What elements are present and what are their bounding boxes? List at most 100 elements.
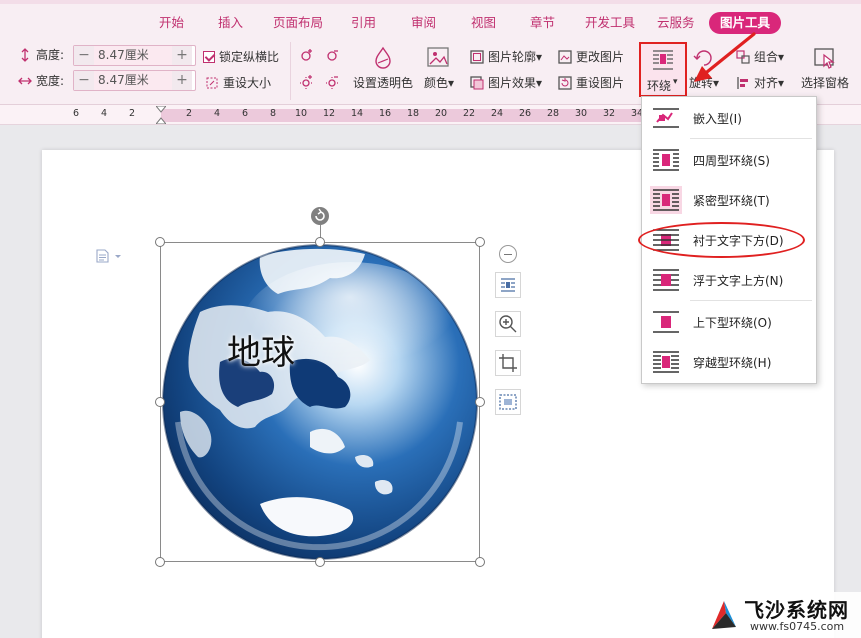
tab-developer[interactable]: 开发工具 — [585, 12, 635, 34]
resize-handle-right[interactable] — [475, 397, 485, 407]
divider — [290, 42, 291, 100]
reset-size-label: 重设大小 — [223, 76, 272, 90]
wrap-option-label: 浮于文字上方(N) — [693, 273, 784, 288]
reset-picture-button[interactable]: 重设图片 — [558, 74, 624, 91]
lock-ratio-check-icon — [203, 50, 215, 63]
align-dropdown-arrow: ▾ — [778, 75, 785, 90]
contrast-up-icon[interactable] — [299, 74, 315, 90]
wrap-option-in-front-of-text[interactable]: 浮于文字上方(N) — [642, 263, 816, 297]
resize-handle-left[interactable] — [155, 397, 165, 407]
wrap-option-top-bottom[interactable]: 上下型环绕(O) — [642, 305, 816, 339]
picture-outline-button[interactable]: 图片轮廓 ▾ — [470, 48, 542, 65]
tab-sections[interactable]: 章节 — [530, 12, 555, 34]
paragraph-layout-icon[interactable] — [96, 249, 122, 263]
tight-wrap-icon — [650, 186, 682, 214]
picture-outline-dropdown-arrow: ▾ — [536, 49, 543, 64]
reset-size-button[interactable]: 重设大小 — [205, 74, 271, 91]
picture-frame-button[interactable] — [495, 389, 521, 415]
resize-handle-bottom[interactable] — [315, 557, 325, 567]
color-label: 颜色 — [424, 76, 449, 90]
width-increase-button[interactable]: + — [172, 71, 192, 90]
wrap-layout-icon — [501, 278, 515, 292]
height-icon — [21, 47, 29, 62]
height-decrease-button[interactable]: − — [74, 46, 94, 65]
zoom-preview-button[interactable] — [495, 311, 521, 337]
width-icon — [18, 77, 32, 84]
ruler-number: 4 — [100, 108, 108, 119]
lock-ratio-checkbox[interactable]: 锁定纵横比 — [203, 48, 279, 65]
resize-handle-top[interactable] — [315, 237, 325, 247]
ruler-number: 28 — [546, 108, 560, 119]
resize-handle-bottom-left[interactable] — [155, 557, 165, 567]
height-stepper[interactable]: − 8.47厘米 + — [73, 45, 196, 66]
wrap-option-square[interactable]: 四周型环绕(S) — [642, 143, 816, 177]
tab-cloud[interactable]: 云服务 — [657, 12, 695, 34]
height-input[interactable]: 8.47厘米 — [94, 46, 172, 65]
indent-marker-icon[interactable] — [156, 106, 166, 124]
ruler-number: 4 — [213, 108, 221, 119]
tab-review[interactable]: 审阅 — [411, 12, 436, 34]
contrast-down-icon[interactable] — [325, 74, 341, 90]
tab-view[interactable]: 视图 — [471, 12, 496, 34]
change-picture-button[interactable]: 更改图片 — [558, 48, 624, 65]
site-logo-icon — [712, 601, 736, 629]
group-dropdown-arrow: ▾ — [778, 49, 785, 64]
annotation-arrow — [694, 32, 756, 82]
change-picture-icon — [558, 49, 572, 64]
resize-handle-top-left[interactable] — [155, 237, 165, 247]
tab-home[interactable]: 开始 — [159, 12, 184, 34]
layout-options-button[interactable] — [495, 272, 521, 298]
resize-handle-bottom-right[interactable] — [475, 557, 485, 567]
ruler-number: 2 — [185, 108, 193, 119]
ruler-number: 22 — [462, 108, 476, 119]
ruler-number: 6 — [241, 108, 249, 119]
ruler-number: 2 — [128, 108, 136, 119]
width-stepper[interactable]: − 8.47厘米 + — [73, 70, 196, 91]
wrap-button[interactable]: 环绕 ▾ — [639, 42, 687, 97]
resize-handle-top-right[interactable] — [475, 237, 485, 247]
ruler-number: 10 — [294, 108, 308, 119]
collapse-toolbar-icon[interactable] — [499, 245, 517, 263]
width-label: 宽度: — [36, 74, 65, 88]
change-picture-label: 更改图片 — [576, 50, 625, 64]
wrap-option-label: 穿越型环绕(H) — [693, 355, 772, 370]
ruler-number: 24 — [490, 108, 504, 119]
brightness-up-icon[interactable] — [299, 47, 315, 63]
watermark-title: 飞沙系统网 — [744, 598, 849, 622]
wrap-option-tight[interactable]: 紧密型环绕(T) — [642, 183, 816, 217]
wrap-option-label: 紧密型环绕(T) — [693, 193, 770, 208]
menu-divider — [690, 138, 812, 139]
wrap-label: 环绕 — [647, 79, 672, 93]
ruler-number: 8 — [269, 108, 277, 119]
picture-effect-button[interactable]: 图片效果 ▾ — [470, 74, 542, 91]
annotation-ellipse — [638, 222, 805, 258]
picture-outline-icon — [470, 49, 484, 64]
watermark: 飞沙系统网 www.fs0745.com — [706, 592, 861, 638]
selection-pane-icon — [814, 48, 835, 69]
picture-effect-dropdown-arrow: ▾ — [536, 75, 543, 90]
crop-icon — [499, 354, 517, 372]
height-increase-button[interactable]: + — [172, 46, 192, 65]
set-transparent-button[interactable]: 设置透明色 — [353, 46, 413, 91]
width-decrease-button[interactable]: − — [74, 71, 94, 90]
picture-outline-label: 图片轮廓 — [488, 50, 537, 64]
selection-pane-button[interactable]: 选择窗格 — [801, 46, 849, 91]
tab-references[interactable]: 引用 — [351, 12, 376, 34]
tab-page-layout[interactable]: 页面布局 — [273, 12, 323, 34]
wrap-option-label: 嵌入型(I) — [693, 111, 742, 126]
rotate-handle-icon[interactable] — [311, 207, 329, 225]
tab-insert[interactable]: 插入 — [218, 12, 243, 34]
wrap-option-label: 上下型环绕(O) — [693, 315, 772, 330]
width-input[interactable]: 8.47厘米 — [94, 71, 172, 90]
selection-pane-label: 选择窗格 — [801, 76, 850, 90]
wrap-option-through[interactable]: 穿越型环绕(H) — [642, 345, 816, 379]
brightness-down-icon[interactable] — [325, 47, 341, 63]
wrap-option-inline[interactable]: 嵌入型(I) — [642, 101, 816, 135]
ruler-number: 20 — [434, 108, 448, 119]
ruler-number: 6 — [72, 108, 80, 119]
image-selection-frame[interactable] — [160, 242, 480, 562]
ruler-number: 32 — [602, 108, 616, 119]
crop-button[interactable] — [495, 350, 521, 376]
color-button[interactable]: 颜色▾ — [424, 46, 454, 91]
width-label-group: 宽度: — [18, 72, 64, 89]
